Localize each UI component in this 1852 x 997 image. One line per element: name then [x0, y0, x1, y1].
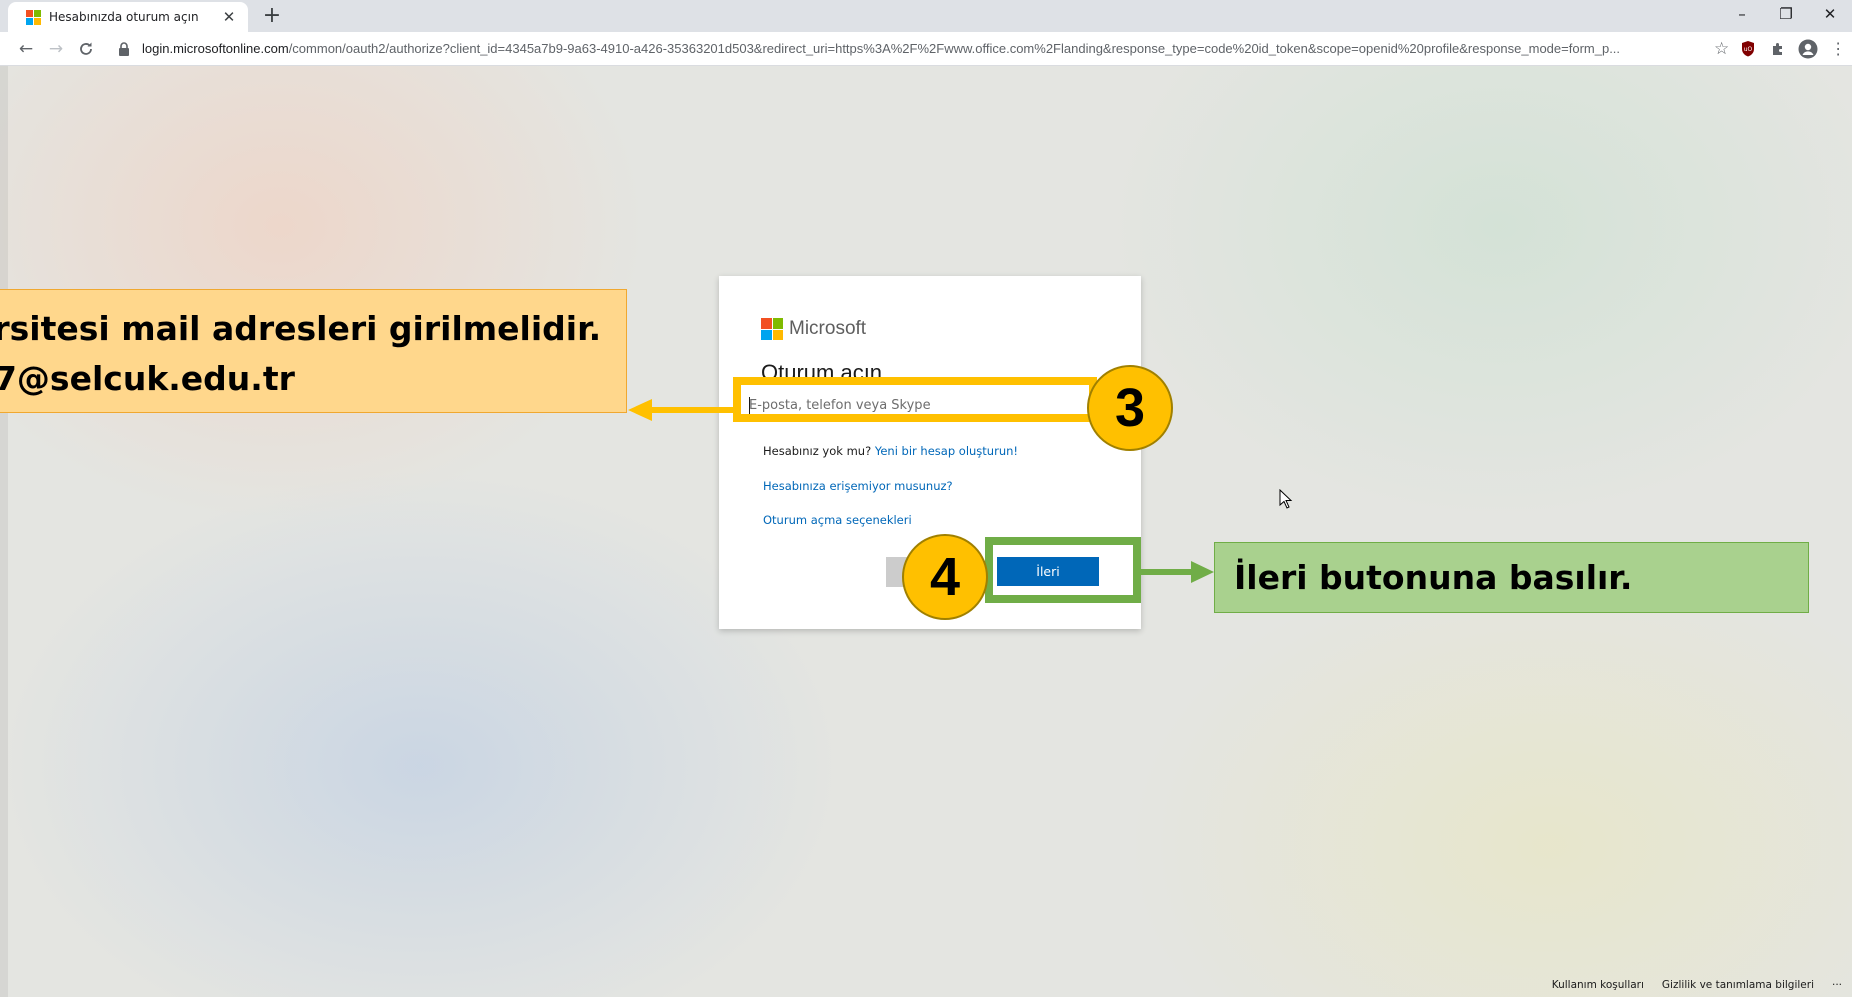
bookmark-star-icon[interactable]: ☆: [1714, 39, 1729, 59]
step-4-badge: 4: [902, 534, 988, 620]
page-footer: Kullanım koşulları Gizlilik ve tanımlama…: [1552, 979, 1842, 991]
cant-access-link[interactable]: Hesabınıza erişemiyor musunuz?: [763, 479, 953, 493]
email-highlight-frame: [733, 377, 1097, 422]
more-options-icon[interactable]: ···: [1832, 979, 1842, 991]
signin-options-link[interactable]: Oturum açma seçenekleri: [763, 513, 912, 527]
ublock-shield-icon[interactable]: uO: [1737, 38, 1759, 60]
minimize-button[interactable]: –: [1720, 0, 1764, 28]
browser-toolbar: ← → login.microsoftonline.com/common/oau…: [0, 32, 1852, 66]
reload-button[interactable]: [72, 35, 100, 63]
new-tab-button[interactable]: +: [258, 3, 286, 31]
url-path: /common/oauth2/authorize?client_id=4345a…: [288, 41, 1621, 56]
reload-icon: [80, 42, 92, 55]
next-callout: İleri butonuna basılır.: [1214, 542, 1809, 613]
mouse-pointer-icon: [1279, 489, 1293, 509]
svg-text:uO: uO: [1744, 46, 1753, 53]
email-callout: ersitesi mail adresleri girilmelidir. 57…: [0, 289, 627, 413]
url-text: login.microsoftonline.com/common/oauth2/…: [142, 41, 1697, 56]
left-arrow-icon: [628, 399, 733, 421]
tab-close-icon[interactable]: ✕: [220, 8, 238, 26]
terms-link[interactable]: Kullanım koşulları: [1552, 979, 1644, 991]
right-arrow-icon: [1141, 561, 1214, 583]
create-account-link[interactable]: Yeni bir hesap oluşturun!: [875, 444, 1018, 458]
page-background: Microsoft Oturum açın Hesabınız yok mu? …: [0, 66, 1852, 997]
close-window-button[interactable]: ✕: [1808, 0, 1852, 28]
email-callout-line2: 57@selcuk.edu.tr: [0, 359, 295, 398]
email-callout-line1: ersitesi mail adresleri girilmelidir.: [0, 309, 602, 348]
profile-avatar-icon[interactable]: [1797, 38, 1819, 60]
window-controls: – ❐ ✕: [1720, 0, 1852, 32]
back-button[interactable]: ←: [12, 35, 40, 63]
restore-button[interactable]: ❐: [1764, 0, 1808, 28]
microsoft-favicon-icon: [26, 9, 41, 25]
no-account-line: Hesabınız yok mu? Yeni bir hesap oluştur…: [763, 444, 1018, 458]
no-account-text: Hesabınız yok mu?: [763, 444, 872, 458]
address-bar[interactable]: login.microsoftonline.com/common/oauth2/…: [108, 35, 1708, 63]
extensions-puzzle-icon[interactable]: [1767, 38, 1789, 60]
privacy-link[interactable]: Gizlilik ve tanımlama bilgileri: [1662, 979, 1814, 991]
browser-menu-icon[interactable]: ⋮: [1827, 38, 1849, 60]
url-host: login.microsoftonline.com: [142, 41, 289, 56]
forward-button[interactable]: →: [42, 35, 70, 63]
tab-strip: Hesabınızda oturum açın ✕ + – ❐ ✕: [0, 0, 1852, 32]
microsoft-squares-icon: [761, 318, 783, 340]
browser-tab[interactable]: Hesabınızda oturum açın ✕: [8, 2, 248, 32]
microsoft-logo: Microsoft: [761, 318, 866, 340]
left-edge-strip: [0, 66, 8, 997]
next-highlight-frame: [985, 537, 1141, 603]
next-callout-text: İleri butonuna basılır.: [1234, 558, 1633, 597]
step-3-badge: 3: [1087, 365, 1173, 451]
lock-icon: [119, 41, 129, 56]
tab-title: Hesabınızda oturum açın: [49, 10, 199, 24]
microsoft-wordmark: Microsoft: [789, 318, 867, 339]
